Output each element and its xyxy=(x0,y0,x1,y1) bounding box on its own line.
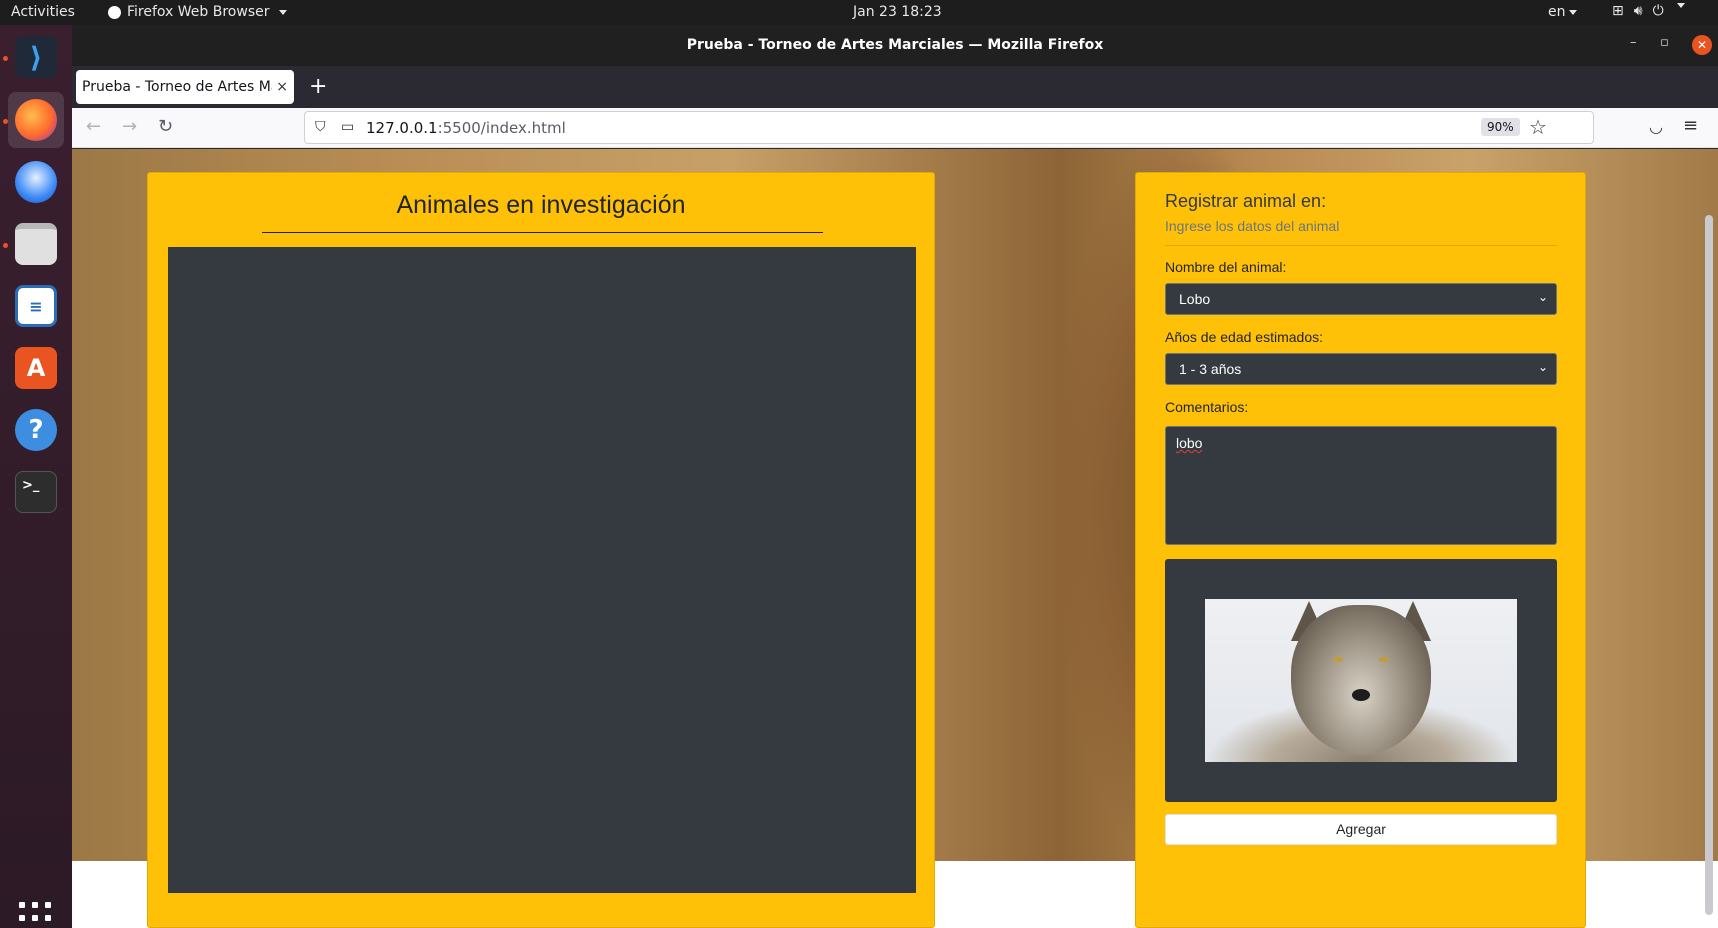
system-top-bar: Activities Firefox Web Browser Jan 23 18… xyxy=(0,0,1718,25)
wolf-image xyxy=(1205,599,1517,762)
window-title: Prueba - Torneo de Artes Marciales — Moz… xyxy=(686,37,1104,53)
dock-item-help[interactable]: ? xyxy=(8,402,64,458)
dock-item-files[interactable] xyxy=(8,216,64,272)
wolf-eye xyxy=(1333,657,1343,662)
wolf-head xyxy=(1291,605,1431,755)
url-bar[interactable]: ⛉ ▭ 127.0.0.1:5500/index.html 90% ☆ xyxy=(304,111,1594,144)
url-path: :5500/index.html xyxy=(437,119,566,137)
power-icon: ⏻ xyxy=(1652,3,1664,19)
add-button[interactable]: Agregar xyxy=(1165,814,1557,845)
form-title: Registrar animal en: xyxy=(1165,191,1327,211)
app-menu[interactable]: Firefox Web Browser xyxy=(108,4,287,20)
shield-icon[interactable]: ⛉ xyxy=(315,119,326,135)
maximize-icon[interactable]: ▫ xyxy=(1660,35,1669,50)
window-titlebar: Prueba - Torneo de Artes Marciales — Moz… xyxy=(72,25,1718,66)
wolf-eye xyxy=(1379,657,1389,662)
writer-icon: ≡ xyxy=(15,285,57,327)
app-menu-label: Firefox Web Browser xyxy=(127,4,270,20)
dock: ⟩ ≡ A ? >_ xyxy=(0,25,72,928)
dock-item-software[interactable]: A xyxy=(8,340,64,396)
title-divider xyxy=(262,232,823,233)
navigation-bar: ← → ↻ ⛉ ▭ 127.0.0.1:5500/index.html 90% … xyxy=(72,108,1718,148)
pocket-icon[interactable]: ◡ xyxy=(1649,117,1663,136)
zoom-badge[interactable]: 90% xyxy=(1481,118,1520,136)
tab-title: Prueba - Torneo de Artes Ma xyxy=(82,79,273,95)
hamburger-menu-icon[interactable]: ≡ xyxy=(1683,115,1698,136)
clock[interactable]: Jan 23 18:23 xyxy=(853,4,942,20)
firefox-icon xyxy=(15,99,57,141)
register-form-panel: Registrar animal en: Ingrese los datos d… xyxy=(1135,172,1586,928)
url-host: 127.0.0.1 xyxy=(366,119,438,137)
chevron-down-icon: ⌄ xyxy=(1537,360,1548,374)
chevron-down-icon xyxy=(1568,9,1577,15)
dock-item-thunderbird[interactable] xyxy=(8,154,64,210)
animal-name-select[interactable]: Lobo ⌄ xyxy=(1165,283,1557,315)
age-label: Años de edad estimados: xyxy=(1165,329,1323,345)
firefox-small-icon xyxy=(108,5,121,19)
form-divider xyxy=(1165,245,1557,246)
help-icon: ? xyxy=(15,409,57,451)
chevron-down-icon xyxy=(278,9,287,15)
thunderbird-icon xyxy=(15,161,57,203)
dock-item-vscode[interactable]: ⟩ xyxy=(8,29,64,85)
files-icon xyxy=(15,223,57,265)
close-tab-icon[interactable]: × xyxy=(276,79,288,95)
forward-icon[interactable]: → xyxy=(122,116,137,137)
url-text: 127.0.0.1:5500/index.html xyxy=(366,119,566,137)
new-tab-button[interactable]: + xyxy=(309,74,327,99)
wolf-nose xyxy=(1352,689,1370,701)
research-title: Animales en investigación xyxy=(396,191,686,219)
language-menu[interactable]: en xyxy=(1548,4,1577,20)
network-icon: ⊞ xyxy=(1612,3,1624,19)
reload-icon[interactable]: ↻ xyxy=(158,116,173,137)
activities-button[interactable]: Activities xyxy=(11,4,75,20)
tab-strip: Prueba - Torneo de Artes Ma × + xyxy=(72,66,1718,108)
volume-icon: 🔊︎ xyxy=(1633,3,1643,19)
terminal-icon: >_ xyxy=(15,471,57,513)
page-icon: ▭ xyxy=(341,119,355,135)
dock-item-writer[interactable]: ≡ xyxy=(8,278,64,334)
software-store-icon: A xyxy=(15,347,57,389)
form-subtitle: Ingrese los datos del animal xyxy=(1165,218,1340,234)
tab-prueba[interactable]: Prueba - Torneo de Artes Ma × xyxy=(76,70,294,104)
page-scrollbar[interactable] xyxy=(1705,215,1713,915)
animals-list-area xyxy=(168,247,916,893)
comments-text: lobo xyxy=(1176,435,1203,451)
close-window-icon[interactable]: ✕ xyxy=(1692,35,1712,55)
page-viewport: Animales en investigación Registrar anim… xyxy=(72,149,1718,928)
back-icon[interactable]: ← xyxy=(86,116,101,137)
dock-item-firefox[interactable] xyxy=(8,92,64,148)
age-select[interactable]: 1 - 3 años ⌄ xyxy=(1165,353,1557,385)
language-label: en xyxy=(1548,4,1566,20)
minimize-icon[interactable]: – xyxy=(1630,35,1637,50)
animal-name-value: Lobo xyxy=(1179,291,1211,307)
age-value: 1 - 3 años xyxy=(1179,361,1242,377)
research-panel: Animales en investigación xyxy=(147,172,935,928)
vscode-icon: ⟩ xyxy=(15,36,57,78)
show-applications-icon[interactable] xyxy=(19,902,53,928)
chevron-down-icon xyxy=(1676,3,1685,8)
dock-item-terminal[interactable]: >_ xyxy=(8,464,64,520)
comments-label: Comentarios: xyxy=(1165,399,1249,415)
animal-preview xyxy=(1165,559,1557,802)
system-tray[interactable]: ⊞ 🔊︎ ⏻ xyxy=(1612,3,1685,19)
comments-textarea[interactable]: lobo xyxy=(1165,426,1557,545)
chevron-down-icon: ⌄ xyxy=(1537,290,1548,304)
bookmark-star-icon[interactable]: ☆ xyxy=(1529,115,1547,139)
animal-name-label: Nombre del animal: xyxy=(1165,259,1287,275)
